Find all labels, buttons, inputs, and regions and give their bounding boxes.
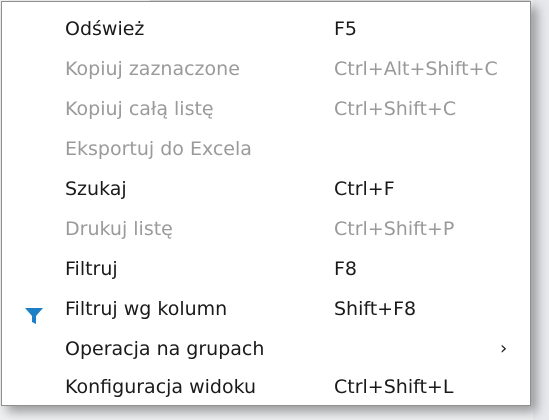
menu-item-shortcut: Ctrl+Shift+P	[334, 218, 455, 240]
menu-item-copy-selected[interactable]: Kopiuj zaznaczone Ctrl+Alt+Shift+C	[2, 49, 530, 89]
chevron-right-icon: ›	[500, 338, 508, 359]
menu-item-label: Operacja na grupach	[65, 338, 265, 360]
menu-item-label: Eksportuj do Excela	[65, 138, 252, 160]
menu-item-shortcut: Ctrl+Shift+C	[334, 98, 457, 120]
menu-item-label: Szukaj	[65, 178, 127, 200]
menu-item-label: Kopiuj zaznaczone	[65, 58, 240, 80]
menu-item-shortcut: F5	[334, 18, 358, 40]
menu-item-label: Drukuj listę	[65, 218, 173, 240]
menu-item-label: Konfiguracja widoku	[65, 376, 257, 398]
menu-item-shortcut: F8	[334, 258, 358, 280]
menu-item-shortcut: Ctrl+Shift+L	[334, 376, 454, 398]
menu-item-shortcut: Ctrl+F	[334, 178, 395, 200]
menu-item-print-list[interactable]: Drukuj listę Ctrl+Shift+P	[2, 209, 530, 249]
menu-item-filter[interactable]: Filtruj F8	[2, 249, 530, 289]
background-scroll-area	[533, 0, 549, 420]
menu-item-label: Kopiuj całą listę	[65, 98, 214, 120]
menu-item-search[interactable]: Szukaj Ctrl+F	[2, 169, 530, 209]
menu-item-filter-by-columns[interactable]: Filtruj wg kolumn Shift+F8	[2, 289, 530, 329]
menu-item-group-operations[interactable]: Operacja na grupach ›	[2, 329, 530, 369]
menu-item-shortcut: Shift+F8	[334, 298, 417, 320]
menu-item-shortcut: Ctrl+Alt+Shift+C	[334, 58, 498, 80]
filter-icon	[24, 300, 44, 324]
menu-item-refresh[interactable]: Odśwież F5	[2, 9, 530, 49]
menu-item-export-excel[interactable]: Eksportuj do Excela	[2, 129, 530, 169]
menu-item-copy-all[interactable]: Kopiuj całą listę Ctrl+Shift+C	[2, 89, 530, 129]
menu-item-label: Filtruj wg kolumn	[65, 298, 228, 320]
menu-item-label: Odśwież	[65, 18, 145, 40]
context-menu: Odśwież F5 Kopiuj zaznaczone Ctrl+Alt+Sh…	[1, 1, 531, 406]
menu-item-label: Filtruj	[65, 258, 118, 280]
menu-item-view-config[interactable]: Konfiguracja widoku Ctrl+Shift+L	[2, 367, 530, 407]
